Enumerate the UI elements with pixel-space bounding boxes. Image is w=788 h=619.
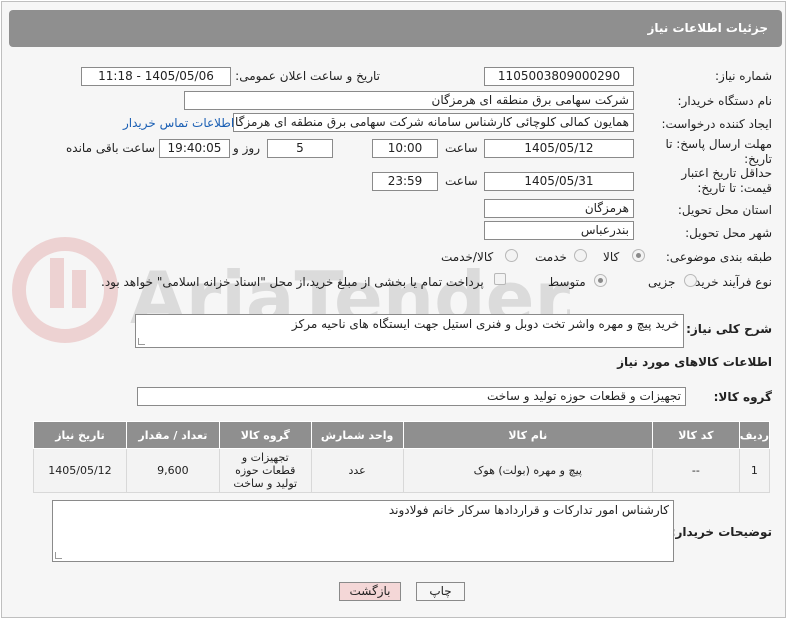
purchase-radio-medium[interactable] (594, 274, 607, 287)
buyer-contact-link[interactable]: اطلاعات تماس خریدار (123, 116, 234, 130)
requester-field: همایون کمالی کلوچائی کارشناس سامانه شرکت… (233, 113, 634, 132)
col-header-unit: واحد شمارش (310, 421, 404, 449)
col-header-code: کد کالا (651, 421, 740, 449)
table-header-row: ردیف کد کالا نام کالا واحد شمارش گروه کا… (33, 421, 771, 449)
col-header-row-number: ردیف (738, 421, 771, 449)
col-header-group: گروه کالا (218, 421, 312, 449)
validity-label: حداقل تاریخ اعتبار قیمت: تا تاریخ: (681, 166, 772, 195)
resize-grip-icon[interactable] (138, 338, 145, 345)
remaining-time-field: 19:40:05 (159, 139, 230, 158)
treasury-payment-checkbox[interactable] (494, 273, 506, 285)
buyer-org-label: نام دستگاه خریدار: (677, 94, 773, 108)
treasury-payment-note: پرداخت تمام یا بخشی از مبلغ خرید،از محل … (101, 275, 484, 289)
province-label: استان محل تحویل: (677, 203, 772, 217)
table-row: 1 -- پیچ و مهره (بولت) هوک عدد تجهیزات و… (33, 448, 771, 493)
deadline-time-field: 10:00 (372, 139, 438, 158)
cell-code: -- (651, 448, 740, 493)
city-field: بندرعباس (484, 221, 634, 240)
province-field: هرمزگان (484, 199, 634, 218)
category-radio-goods[interactable] (632, 249, 645, 262)
page-title: جزئیات اطلاعات نیاز (647, 21, 768, 35)
purchase-type-label: نوع فرآیند خرید : (687, 275, 772, 289)
category-option-service: خدمت (535, 250, 567, 264)
buyer-notes-text: کارشناس امور تدارکات و قراردادها سرکار خ… (388, 503, 669, 517)
summary-text: خرید پیچ و مهره واشر تخت دوبل و فنری است… (291, 317, 679, 331)
summary-textarea[interactable]: خرید پیچ و مهره واشر تخت دوبل و فنری است… (135, 314, 684, 348)
col-header-quantity: تعداد / مقدار (125, 421, 220, 449)
col-header-date: تاریخ نیاز (33, 421, 127, 449)
cell-name: پیچ و مهره (بولت) هوک (402, 448, 653, 493)
validity-time-field: 23:59 (372, 172, 438, 191)
purchase-radio-minor[interactable] (684, 274, 697, 287)
category-option-goods-service: کالا/خدمت (441, 250, 494, 264)
need-number-label: شماره نیاز: (715, 69, 772, 83)
resize-grip-icon[interactable] (55, 552, 62, 559)
summary-label: شرح کلی نیاز: (686, 322, 772, 336)
items-table: ردیف کد کالا نام کالا واحد شمارش گروه کا… (33, 421, 771, 493)
back-button[interactable]: بازگشت (339, 582, 401, 601)
category-radio-service[interactable] (574, 249, 587, 262)
category-radio-goods-service[interactable] (505, 249, 518, 262)
buyer-notes-textarea[interactable]: کارشناس امور تدارکات و قراردادها سرکار خ… (52, 500, 674, 562)
category-label: طبقه بندی موضوعی: (665, 250, 772, 264)
purchase-option-medium: متوسط (548, 275, 586, 289)
city-label: شهر محل تحویل: (685, 226, 772, 240)
requester-label: ایجاد کننده درخواست: (661, 117, 772, 131)
cell-row-number: 1 (738, 448, 771, 493)
days-remaining-field: 5 (267, 139, 333, 158)
days-label: روز و (233, 141, 260, 155)
col-header-name: نام کالا (402, 421, 653, 449)
purchase-option-minor: جزیی (648, 275, 676, 289)
remaining-time-label: ساعت باقی مانده (66, 141, 156, 155)
announce-label: تاریخ و ساعت اعلان عمومی: (235, 69, 380, 83)
cell-quantity: 9,600 (125, 448, 220, 493)
cell-unit: عدد (310, 448, 404, 493)
page-header: جزئیات اطلاعات نیاز (9, 10, 782, 47)
goods-group-field: تجهیزات و قطعات حوزه تولید و ساخت (137, 387, 686, 406)
buyer-org-field: شرکت سهامی برق منطقه ای هرمزگان (184, 91, 634, 110)
need-number-field: 1105003809000290 (484, 67, 634, 86)
print-button[interactable]: چاپ (416, 582, 465, 601)
validity-time-label: ساعت (445, 174, 478, 188)
validity-date-field: 1405/05/31 (484, 172, 634, 191)
category-option-goods: کالا (603, 250, 620, 264)
deadline-label: مهلت ارسال پاسخ: تا تاریخ: (665, 137, 772, 166)
cell-group: تجهیزات و قطعات حوزه تولید و ساخت (218, 448, 312, 493)
deadline-date-field: 1405/05/12 (484, 139, 634, 158)
goods-section-title: اطلاعات کالاهای مورد نیاز (617, 355, 772, 369)
announce-field: 1405/05/06 - 11:18 (81, 67, 231, 86)
deadline-time-label: ساعت (445, 141, 478, 155)
buyer-notes-label: توضیحات خریدار: (670, 525, 772, 539)
cell-date: 1405/05/12 (33, 448, 127, 493)
goods-group-label: گروه کالا: (713, 390, 772, 404)
